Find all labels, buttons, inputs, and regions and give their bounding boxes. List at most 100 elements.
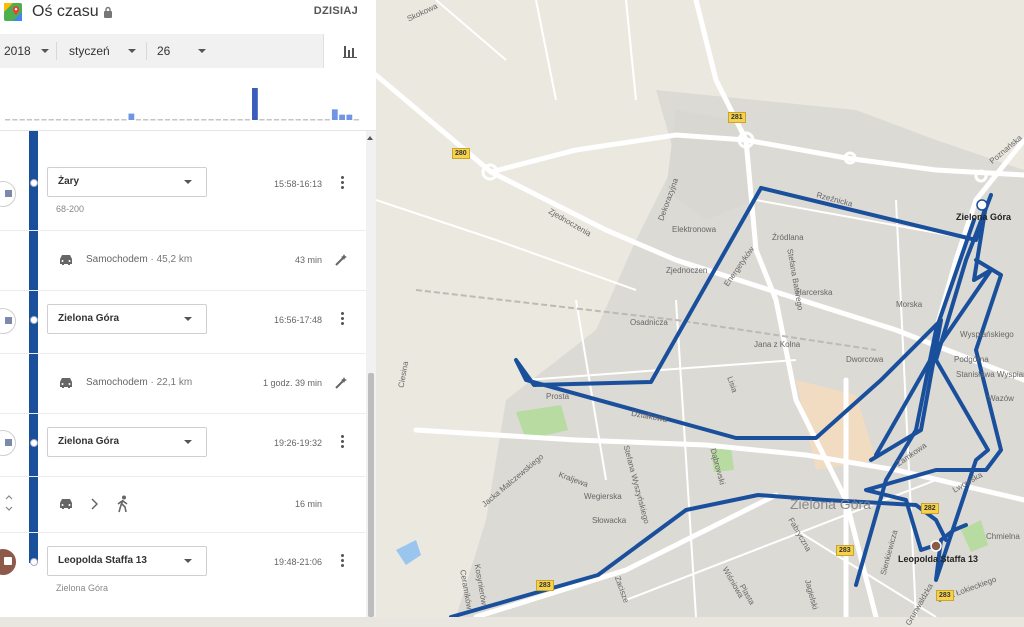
more-options-icon[interactable] (341, 554, 345, 568)
road-number-badge: 281 (728, 112, 746, 123)
timeline-place-item[interactable]: Żary 15:58-16:13 68-200 (0, 152, 366, 231)
histogram-bar[interactable] (331, 109, 338, 120)
chevron-down-icon (40, 49, 49, 53)
bar-chart-icon (343, 46, 357, 58)
more-options-icon[interactable] (341, 176, 345, 190)
car-icon (60, 255, 72, 265)
more-options-icon[interactable] (341, 435, 345, 449)
street-label: Słowacka (592, 516, 627, 525)
location-pin-icon[interactable] (976, 199, 988, 211)
square-icon (5, 190, 12, 197)
timeline-panel: Oś czasu DZISIAJ 2018 styczeń 26 Żary 15… (0, 0, 377, 617)
map-canvas[interactable] (373, 0, 1024, 620)
home-pin-icon[interactable] (930, 540, 942, 552)
timeline-dot (30, 316, 38, 324)
chevron-right-icon (91, 498, 98, 510)
histogram-empty-slot (19, 119, 25, 121)
month-dropdown[interactable]: styczeń (69, 34, 136, 68)
more-options-icon[interactable] (341, 312, 345, 326)
histogram-empty-slot (143, 119, 149, 121)
street-label: Wazów (988, 394, 1014, 403)
place-marker (0, 181, 16, 207)
divider (146, 42, 147, 60)
histogram-empty-slot (273, 119, 280, 121)
histogram-empty-slot (41, 119, 47, 121)
street-label: Jana z Kolna (754, 340, 801, 349)
street-label: Prosta (546, 392, 570, 401)
timeline-place-item[interactable]: Zielona Góra 19:26-19:32 (0, 413, 366, 477)
histogram-bar[interactable] (252, 88, 258, 120)
histogram-empty-slot (259, 119, 265, 121)
day-dropdown[interactable]: 26 (157, 34, 207, 68)
histogram-empty-slot (186, 119, 192, 121)
chevron-down-icon (127, 49, 136, 53)
home-marker (0, 549, 16, 575)
histogram-empty-slot (179, 119, 185, 121)
place-marker (0, 430, 16, 456)
chevron-down-icon (198, 49, 207, 53)
histogram-empty-slot (193, 119, 200, 121)
histogram-empty-slot (113, 119, 120, 121)
road-number-badge: 283 (936, 590, 954, 601)
square-icon (5, 317, 12, 324)
histogram-empty-slot (353, 119, 359, 121)
histogram-empty-slot (237, 119, 243, 121)
place-selector[interactable]: Zielona Góra (47, 427, 207, 457)
histogram-empty-slot (26, 119, 33, 121)
google-maps-logo-icon (4, 3, 22, 21)
movement-duration: 1 godz. 39 min (262, 378, 322, 388)
movement-distance: · 22,1 km (150, 377, 193, 388)
movement-duration: 16 min (294, 499, 322, 509)
place-subtitle: Zielona Góra (56, 583, 109, 593)
place-selector[interactable]: Żary (47, 167, 207, 197)
activity-histogram[interactable] (0, 68, 376, 131)
histogram-empty-slot (121, 119, 127, 121)
place-time: 16:56-17:48 (273, 315, 322, 325)
magic-wand-icon[interactable] (335, 376, 348, 389)
chevron-down-icon (184, 180, 192, 184)
histogram-empty-slot (266, 119, 272, 121)
histogram-toggle-button[interactable] (323, 34, 376, 68)
histogram-empty-slot (222, 119, 229, 121)
movement-distance: · 45,2 km (150, 254, 193, 265)
timeline-place-item[interactable]: Leopolda Staffa 13 19:48-21:06 Zielona G… (0, 532, 366, 617)
map-view[interactable]: Skokowa Zjednoczenia Elektronowa Zjednoc… (373, 0, 1024, 627)
histogram-bar[interactable] (346, 114, 353, 120)
histogram-empty-slot (244, 119, 251, 121)
date-selector-bar: 2018 styczeń 26 (0, 34, 376, 69)
histogram-empty-slot (324, 119, 330, 121)
timeline-dot (30, 439, 38, 447)
histogram-empty-slot (230, 119, 236, 121)
movement-mode: Samochodem · 45,2 km (86, 254, 193, 265)
place-selector[interactable]: Leopolda Staffa 13 (47, 546, 207, 576)
square-icon (5, 439, 12, 446)
magic-wand-icon[interactable] (335, 253, 348, 266)
histogram-empty-slot (84, 119, 91, 121)
timeline-movement-item[interactable]: Samochodem · 22,1 km 1 godz. 39 min (0, 353, 366, 414)
expand-collapse-icon[interactable] (4, 493, 14, 513)
place-name: Zielona Góra (58, 313, 120, 324)
histogram-empty-slot (92, 119, 98, 121)
place-time: 15:58-16:13 (273, 179, 322, 189)
scroll-up-arrow-icon[interactable] (367, 136, 373, 140)
histogram-bar[interactable] (128, 113, 135, 120)
timeline-movement-item[interactable]: 16 min (0, 476, 366, 533)
histogram-empty-slot (295, 119, 301, 121)
scrollbar-thumb[interactable] (368, 373, 374, 617)
histogram-empty-slot (201, 119, 207, 121)
street-label: Elektronowa (672, 225, 717, 234)
histogram-empty-slot (99, 119, 105, 121)
street-label: Wyspiańskiego (960, 330, 1014, 339)
chevron-down-icon (184, 559, 192, 563)
timeline-place-item[interactable]: Zielona Góra 16:56-17:48 (0, 290, 366, 354)
road-number-badge: 283 (836, 545, 854, 556)
movement-mode: Samochodem · 22,1 km (86, 377, 193, 388)
timeline-movement-item[interactable]: Samochodem · 45,2 km 43 min (0, 230, 366, 291)
timeline-dot (30, 179, 38, 187)
place-selector[interactable]: Zielona Góra (47, 304, 207, 334)
today-button[interactable]: DZISIAJ (314, 5, 358, 17)
histogram-bar[interactable] (339, 114, 345, 120)
year-dropdown[interactable]: 2018 (4, 34, 49, 68)
histogram-empty-slot (164, 119, 171, 121)
histogram-empty-slot (302, 119, 309, 121)
